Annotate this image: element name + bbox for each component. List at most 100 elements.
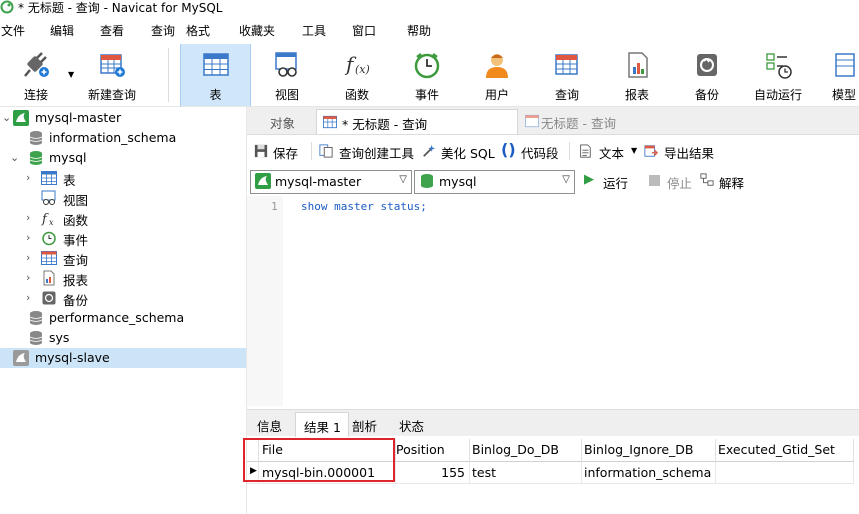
connect-dropdown-icon[interactable]: ▼: [68, 70, 74, 79]
text-dropdown-icon[interactable]: ▼: [631, 146, 637, 155]
toolbar-divider: [311, 142, 312, 160]
tree-connection-slave[interactable]: mysql-slave: [0, 348, 246, 368]
line-gutter: 1: [247, 196, 283, 406]
export-icon: [644, 145, 658, 157]
column-header-executed-gtid-set[interactable]: Executed_Gtid_Set: [716, 439, 854, 462]
export-results-button[interactable]: 导出结果: [664, 143, 714, 162]
tree-label: 事件: [63, 233, 89, 248]
tree-connection-master[interactable]: ⌄ mysql-master: [0, 108, 246, 128]
new-query-button[interactable]: 新建查询: [82, 44, 142, 106]
chevron-down-icon[interactable]: ⌄: [2, 111, 12, 125]
event-button[interactable]: 事件: [397, 44, 457, 106]
tree-reports[interactable]: › 报表: [0, 268, 246, 288]
column-header-binlog-do-db[interactable]: Binlog_Do_DB: [470, 439, 582, 462]
explain-button[interactable]: 解释: [719, 173, 744, 192]
beautify-sql-button[interactable]: 美化 SQL: [441, 143, 495, 162]
tree-label: mysql: [49, 150, 87, 165]
plug-icon: [24, 52, 49, 77]
auto-run-button[interactable]: 自动运行: [745, 44, 811, 106]
model-button[interactable]: 模型: [822, 44, 859, 106]
backup-button[interactable]: 备份: [677, 44, 737, 106]
tab-label: 剖析: [352, 419, 378, 434]
run-button[interactable]: 运行: [603, 173, 628, 192]
connection-select[interactable]: mysql-master ▽: [250, 170, 412, 194]
tree-tables[interactable]: › 表: [0, 168, 246, 188]
menu-edit[interactable]: 编辑: [50, 22, 74, 39]
cell-position[interactable]: 155: [396, 462, 470, 484]
line-number: 1: [271, 200, 278, 213]
menu-file[interactable]: 文件: [1, 22, 25, 39]
tree-backups[interactable]: › 备份: [0, 288, 246, 308]
chevron-right-icon[interactable]: ›: [26, 211, 36, 225]
text-mode-button[interactable]: 文本: [599, 143, 624, 162]
query-button[interactable]: 查询: [537, 44, 597, 106]
tree-db-mysql[interactable]: ⌄ mysql: [0, 148, 246, 168]
connect-button[interactable]: 连接: [6, 44, 66, 106]
menu-tools[interactable]: 工具: [302, 22, 326, 39]
query-icon: [525, 114, 539, 128]
tab-label: 信息: [257, 419, 283, 434]
tab-info[interactable]: 信息: [249, 412, 293, 436]
new-query-icon: [100, 54, 125, 77]
view-button[interactable]: 视图: [257, 44, 317, 106]
connection-icon: [13, 350, 29, 366]
cell-executed-gtid-set[interactable]: [716, 462, 854, 484]
svg-text:(x): (x): [355, 63, 370, 76]
sql-code-line[interactable]: show master status;: [301, 200, 427, 213]
tab-profile[interactable]: 剖析: [348, 412, 390, 436]
tree-db-information-schema[interactable]: information_schema: [0, 128, 246, 148]
database-icon: [29, 331, 43, 345]
backup-label: 备份: [694, 88, 719, 102]
chevron-right-icon[interactable]: ›: [26, 231, 36, 245]
query-builder-button[interactable]: 查询创建工具: [339, 143, 414, 162]
tab-objects[interactable]: 对象: [247, 109, 315, 133]
database-icon: [29, 131, 43, 145]
cell-binlog-do-db[interactable]: test: [470, 462, 582, 484]
chevron-down-icon[interactable]: ⌄: [10, 151, 20, 165]
column-header-position[interactable]: Position: [396, 439, 470, 462]
tree-label: 报表: [63, 273, 89, 288]
report-button[interactable]: 报表: [607, 44, 667, 106]
chevron-right-icon[interactable]: ›: [26, 291, 36, 305]
tree-views[interactable]: 视图: [0, 188, 246, 208]
tree-events[interactable]: › 事件: [0, 228, 246, 248]
tab-result-1[interactable]: 结果 1: [295, 412, 349, 437]
menu-view[interactable]: 查看: [100, 22, 124, 39]
report-label: 报表: [624, 88, 649, 102]
tree-db-sys[interactable]: sys: [0, 328, 246, 348]
tree-functions[interactable]: › f x 函数: [0, 208, 246, 228]
chevron-right-icon[interactable]: ›: [26, 171, 36, 185]
save-button[interactable]: 保存: [273, 143, 298, 162]
clock-icon: [42, 231, 56, 246]
table-button[interactable]: 表: [180, 44, 251, 106]
cell-binlog-ignore-db[interactable]: information_schema: [582, 462, 716, 484]
table-icon: [41, 171, 57, 185]
query-icon: [323, 115, 337, 129]
tree-db-performance-schema[interactable]: performance_schema: [0, 308, 246, 328]
code-snippet-button[interactable]: 代码段: [521, 143, 559, 162]
menu-favorites[interactable]: 收藏夹: [239, 22, 275, 39]
sql-editor[interactable]: 1 show master status;: [247, 196, 859, 406]
menu-help[interactable]: 帮助: [407, 22, 431, 39]
menu-window[interactable]: 窗口: [352, 22, 376, 39]
menu-format[interactable]: 格式: [186, 22, 210, 39]
tab-query-active[interactable]: * 无标题 - 查询: [316, 109, 518, 134]
chevron-right-icon[interactable]: ›: [26, 251, 36, 265]
tab-query-inactive[interactable]: 无标题 - 查询: [519, 109, 719, 133]
column-header-binlog-ignore-db[interactable]: Binlog_Ignore_DB: [582, 439, 716, 462]
tab-label: * 无标题 - 查询: [342, 117, 428, 132]
tree-label: 备份: [63, 293, 89, 308]
menu-query[interactable]: 查询: [151, 22, 175, 39]
chevron-right-icon[interactable]: ›: [26, 271, 36, 285]
user-button[interactable]: 用户: [467, 44, 527, 106]
function-button[interactable]: f (x) 函数: [327, 44, 387, 106]
main-toolbar: 连接 ▼ 新建查询 表 视图 f (x) 函数 事件 用户 查询 报表 备份 自…: [0, 44, 859, 107]
query-builder-icon: [319, 144, 333, 158]
tab-status[interactable]: 状态: [391, 412, 437, 436]
user-label: 用户: [484, 88, 509, 102]
tree-queries[interactable]: › 查询: [0, 248, 246, 268]
tree-label: information_schema: [49, 130, 177, 145]
database-select[interactable]: mysql ▽: [414, 170, 575, 194]
stop-button[interactable]: 停止: [667, 173, 692, 192]
tree-label: mysql-slave: [35, 350, 110, 365]
